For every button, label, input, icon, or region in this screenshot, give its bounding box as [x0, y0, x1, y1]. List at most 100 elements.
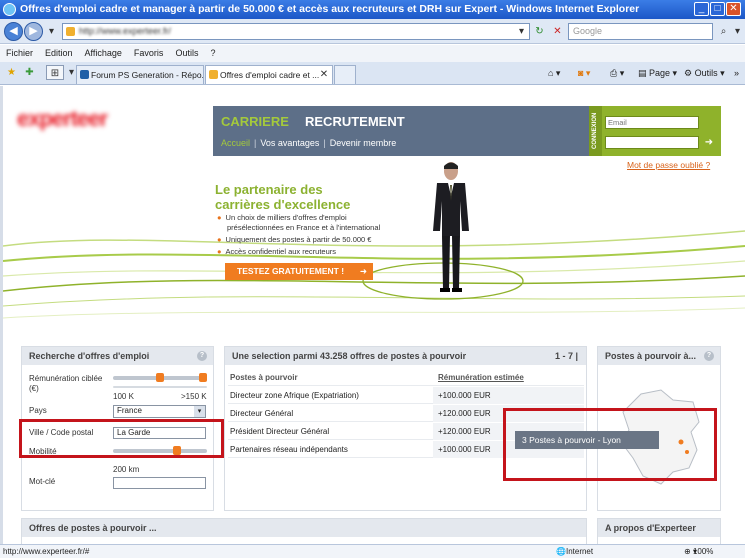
menu-bar: Fichier Edition Affichage Favoris Outils?: [0, 45, 745, 62]
url-dropdown-icon[interactable]: ▾: [514, 24, 529, 39]
motcle-input[interactable]: [113, 477, 206, 489]
help-icon[interactable]: ?: [197, 351, 207, 361]
forum-favicon-icon: [80, 70, 89, 79]
page-menu-label: Page: [649, 68, 671, 78]
tab-forum[interactable]: Forum PS Generation - Répo...: [76, 65, 204, 84]
bottom-right-panel: A propos d'Experteer: [597, 518, 721, 544]
nav-devenir-membre[interactable]: Devenir membre: [330, 138, 397, 148]
table-row[interactable]: Directeur zone Afrique (Expatriation) +10…: [228, 387, 584, 404]
pays-select[interactable]: France ▾: [113, 405, 206, 418]
carriere-tab[interactable]: CARRIERE: [221, 114, 289, 129]
more-tools-icon[interactable]: »: [734, 66, 739, 81]
bottom-left-title: Offres de postes à pourvoir ...: [22, 519, 586, 537]
ie-logo-icon: [3, 3, 16, 16]
remuneration-label: Rémunération ciblée: [29, 374, 103, 383]
bullet-1-cont: présélectionnées en France et à l'intern…: [227, 223, 381, 232]
internet-zone: 🌐 Internet: [556, 547, 594, 556]
site-header: CARRIERE RECRUTEMENT Accueil | Vos avantag…: [213, 106, 589, 156]
zoom-level[interactable]: ⊕ 100% ▾: [684, 545, 713, 558]
menu-outils[interactable]: Outils: [175, 48, 198, 58]
quick-tabs-icon[interactable]: ⊞: [46, 65, 64, 80]
close-tab-icon[interactable]: ✕: [318, 67, 330, 82]
experteer-logo[interactable]: experteer: [17, 106, 167, 132]
stop-icon[interactable]: ✕: [550, 24, 565, 39]
tools-menu[interactable]: ⚙ Outils ▾: [684, 66, 725, 81]
remuneration-slider[interactable]: [113, 373, 207, 382]
forgot-password-link[interactable]: Mot de passe oublié ?: [627, 160, 710, 170]
menu-affichage[interactable]: Affichage: [85, 48, 122, 58]
bottom-right-title: A propos d'Experteer: [598, 519, 720, 537]
connexion-label: CONNEXION: [589, 106, 602, 156]
close-button[interactable]: ✕: [726, 2, 741, 16]
search-panel-header: Recherche d'offres d'emploi?: [22, 347, 213, 365]
map-panel-title: Postes à pourvoir à...: [605, 351, 697, 361]
remuneration-max-label: >150 K: [181, 392, 207, 401]
password-field[interactable]: [605, 136, 699, 149]
address-url-text: http://www.experteer.fr/: [79, 26, 172, 36]
search-input[interactable]: Google: [568, 23, 713, 40]
motcle-label: Mot-clé: [29, 477, 56, 486]
bullet-1: ● Un choix de milliers d'offres d'emploi: [217, 213, 347, 222]
menu-fichier[interactable]: Fichier: [6, 48, 33, 58]
print-icon[interactable]: ⎙ ▾: [610, 66, 624, 81]
login-arrow-button[interactable]: ➜: [701, 136, 717, 149]
refresh-icon[interactable]: ↻: [532, 24, 547, 39]
add-favorite-icon[interactable]: ✚: [22, 65, 37, 80]
search-panel-title: Recherche d'offres d'emploi: [29, 351, 150, 361]
testez-gratuitement-button[interactable]: TESTEZ GRATUITEMENT ! ➜: [225, 263, 373, 280]
tagline-line-1: Le partenaire des: [215, 182, 323, 197]
address-toolbar: ◀ ▶ ▾ http://www.experteer.fr/ ▾ ↻ ✕ Goo…: [0, 19, 745, 44]
mobilite-value: 200 km: [113, 465, 140, 474]
web-page: experteer CARRIERE RECRUTEMENT Accueil | V…: [0, 86, 745, 544]
back-button[interactable]: ◀: [4, 22, 23, 41]
feeds-icon[interactable]: ◙ ▾: [578, 66, 590, 81]
page-menu[interactable]: ▤ Page ▾: [638, 66, 677, 81]
forward-button[interactable]: ▶: [24, 22, 43, 41]
tab-offres[interactable]: Offres d'emploi cadre et ...: [205, 65, 333, 84]
favorites-star-icon[interactable]: ★: [4, 65, 19, 80]
remuneration-min-label: 100 K: [113, 392, 134, 401]
status-url: http://www.experteer.fr/#: [3, 547, 90, 556]
offers-pager[interactable]: 1 - 7 |: [555, 347, 578, 365]
offers-panel-title: Une selection parmi 43.258 offres de pos…: [232, 351, 467, 361]
nav-accueil[interactable]: Accueil: [221, 138, 250, 148]
businessman-image: [433, 162, 469, 292]
history-dropdown-icon[interactable]: ▾: [44, 24, 59, 39]
pays-label: Pays: [29, 406, 47, 415]
site-nav: Accueil | Vos avantages | Devenir membre: [221, 138, 397, 148]
window-titlebar: Offres d'emploi cadre et manager à parti…: [0, 0, 745, 19]
hero-tagline: Le partenaire des carrières d'excellence: [215, 182, 350, 212]
col-remuneration[interactable]: Rémunération estimée: [433, 369, 584, 386]
remuneration-scale: [113, 386, 207, 388]
remuneration-min-handle[interactable]: [156, 373, 164, 382]
tagline-line-2: carrières d'excellence: [215, 197, 351, 212]
remuneration-max-handle[interactable]: [199, 373, 207, 382]
maximize-button[interactable]: □: [710, 2, 725, 16]
highlight-box-ville: [19, 419, 224, 458]
minimize-button[interactable]: _: [694, 2, 709, 16]
menu-help[interactable]: ?: [210, 48, 215, 58]
search-icon[interactable]: ⌕: [716, 24, 731, 39]
remuneration-unit-label: (€): [29, 384, 39, 393]
email-field[interactable]: [605, 116, 699, 129]
site-favicon-icon: [66, 27, 75, 36]
tools-menu-label: Outils: [694, 68, 718, 78]
map-panel-header: Postes à pourvoir à...?: [598, 347, 720, 365]
address-input[interactable]: http://www.experteer.fr/: [62, 23, 530, 40]
recrutement-tab[interactable]: RECRUTEMENT: [305, 114, 405, 129]
highlight-box-map: [503, 408, 717, 481]
menu-favoris[interactable]: Favoris: [134, 48, 164, 58]
tab-forum-label: Forum PS Generation - Répo...: [91, 70, 204, 80]
new-tab-button[interactable]: [334, 65, 356, 84]
bullet-2: ● Uniquement des postes à partir de 50.00…: [217, 235, 372, 244]
menu-edition[interactable]: Edition: [45, 48, 73, 58]
search-options-icon[interactable]: ▾: [730, 24, 745, 39]
offres-favicon-icon: [209, 70, 218, 79]
offers-panel-header: Une selection parmi 43.258 offres de pos…: [225, 347, 586, 365]
col-postes: Postes à pourvoir: [230, 373, 298, 382]
nav-vos-avantages[interactable]: Vos avantages: [260, 138, 319, 148]
map-help-icon[interactable]: ?: [704, 351, 714, 361]
connexion-box: CONNEXION ➜: [589, 106, 721, 156]
status-bar: http://www.experteer.fr/# 🌐 Internet ⊕ 1…: [0, 544, 745, 558]
home-icon[interactable]: ⌂ ▾: [548, 66, 560, 81]
